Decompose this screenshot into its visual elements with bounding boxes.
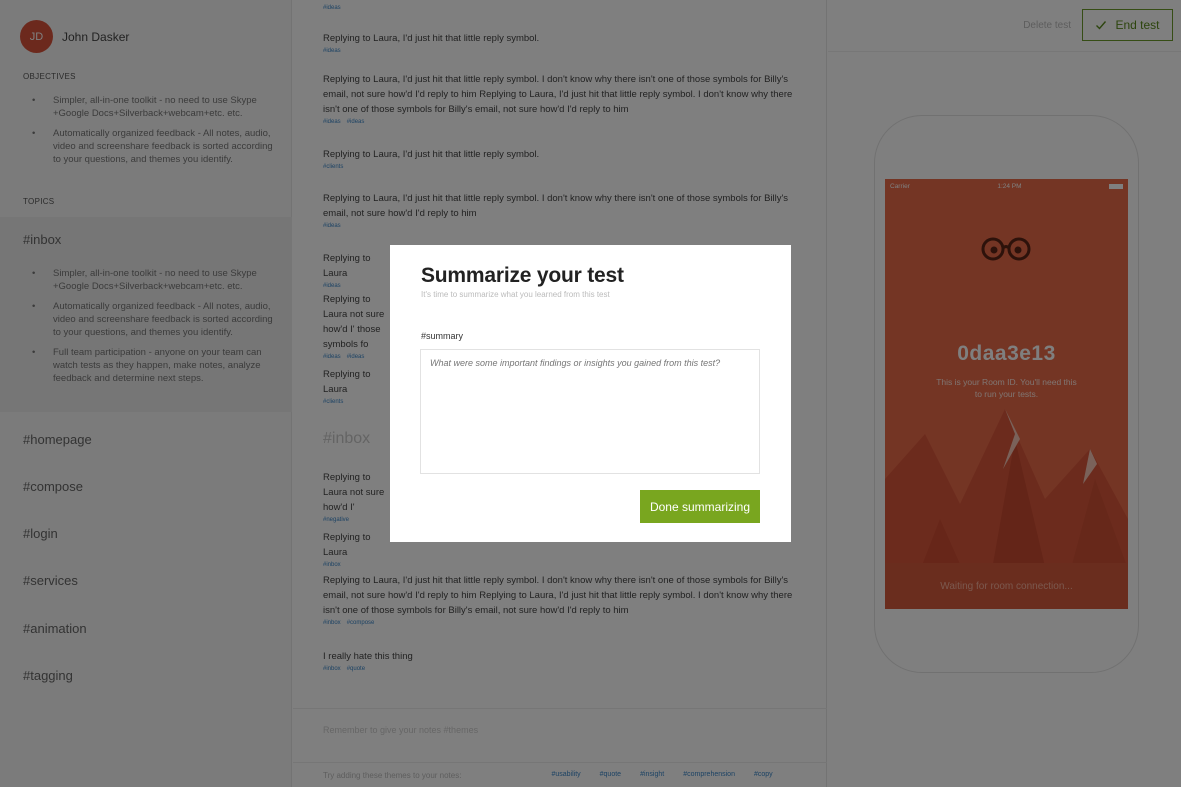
dialog-title: Summarize your test [421, 264, 624, 287]
summarize-dialog: Summarize your test It's time to summari… [390, 245, 791, 542]
dialog-subtitle: It's time to summarize what you learned … [421, 290, 610, 299]
summary-label: #summary [421, 331, 464, 341]
summary-textarea[interactable] [420, 349, 760, 474]
done-summarizing-button[interactable]: Done summarizing [640, 490, 760, 523]
